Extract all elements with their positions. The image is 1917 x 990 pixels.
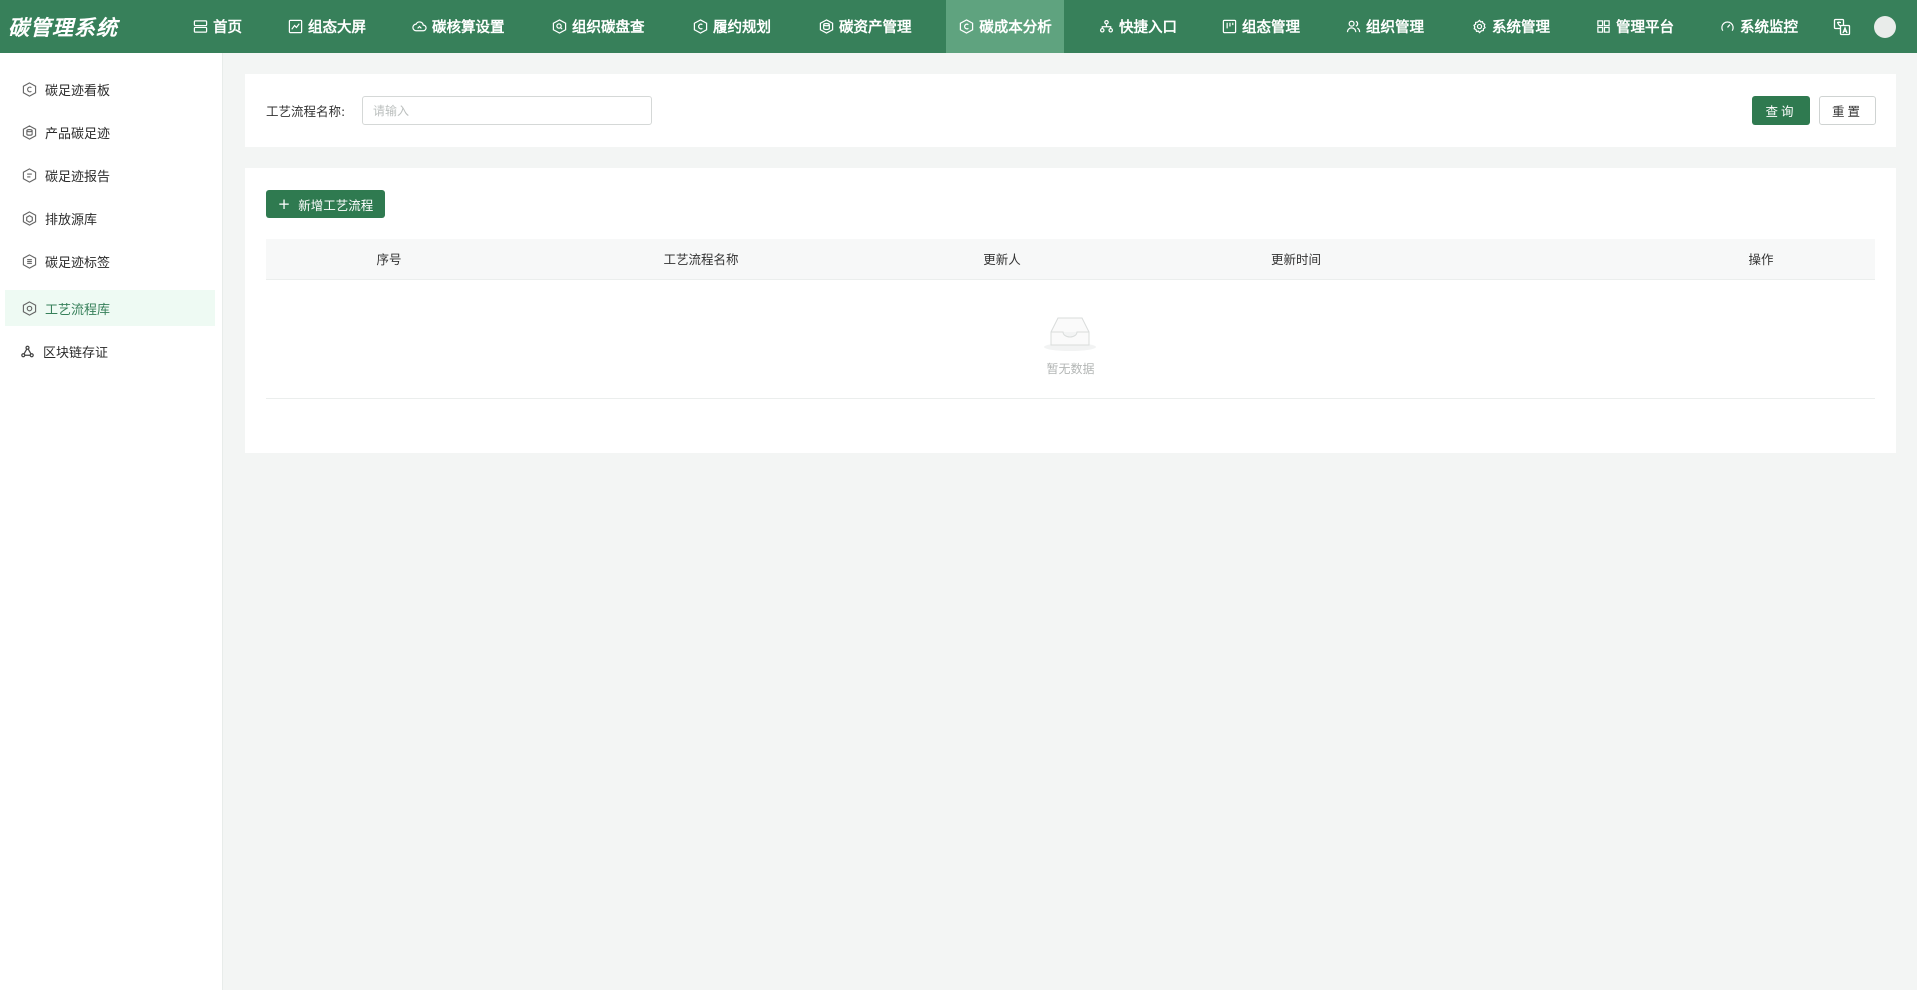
sidebar-item-label: 排放源库 bbox=[45, 212, 98, 228]
table-header: 序号 工艺流程名称 更新人 更新时间 操作 bbox=[266, 239, 1875, 280]
search-panel: 工艺流程名称: 查询 重置 bbox=[245, 74, 1896, 147]
nav-item-label: 管理平台 bbox=[1616, 20, 1674, 36]
sidebar-item-label: 碳足迹看板 bbox=[45, 83, 111, 99]
product-hex-icon bbox=[21, 124, 37, 140]
column-header-updated-time: 更新时间 bbox=[1270, 252, 1321, 267]
process-hex-icon bbox=[21, 300, 37, 316]
sidebar-item-product-carbon-footprint[interactable]: 产品碳足迹 bbox=[5, 114, 215, 150]
nav-item-label: 组态管理 bbox=[1242, 20, 1300, 36]
nav-item-configuration-management[interactable]: 组态管理 bbox=[1221, 0, 1300, 53]
add-process-button-label: 新增工艺流程 bbox=[298, 197, 374, 213]
grid-icon bbox=[1595, 19, 1611, 35]
gauge-icon bbox=[1719, 19, 1735, 35]
cloud-icon bbox=[411, 19, 427, 35]
nav-item-label: 组织管理 bbox=[1366, 20, 1424, 36]
source-hex-icon bbox=[21, 210, 37, 226]
nav-item-carbon-accounting-settings[interactable]: 碳核算设置 bbox=[411, 0, 505, 53]
sidebar-item-blockchain-evidence[interactable]: 区块链存证 bbox=[5, 333, 215, 369]
query-button[interactable]: 查询 bbox=[1752, 96, 1810, 125]
search-hex-icon bbox=[551, 19, 567, 35]
nav-item-carbon-asset-management[interactable]: 碳资产管理 bbox=[818, 0, 912, 53]
nav-item-quick-entry[interactable]: 快捷入口 bbox=[1098, 0, 1177, 53]
tag-hex-icon bbox=[21, 253, 37, 269]
nav-item-management-platform[interactable]: 管理平台 bbox=[1595, 0, 1674, 53]
nav-item-system-monitoring[interactable]: 系统监控 bbox=[1719, 0, 1798, 53]
network-icon bbox=[1098, 19, 1114, 35]
sidebar-item-carbon-footprint-report[interactable]: 碳足迹报告 bbox=[5, 157, 215, 193]
nav-item-label: 履约规划 bbox=[713, 20, 771, 36]
column-header-process-name: 工艺流程名称 bbox=[663, 252, 739, 267]
carbon-hex-icon bbox=[21, 81, 37, 97]
column-header-updated-by: 更新人 bbox=[983, 252, 1021, 267]
chart-line-icon bbox=[287, 19, 303, 35]
nav-item-label: 碳资产管理 bbox=[839, 20, 912, 36]
column-header-index: 序号 bbox=[376, 252, 402, 267]
sidebar-item-label: 碳足迹报告 bbox=[45, 169, 111, 185]
database-hex-icon bbox=[818, 19, 834, 35]
empty-inbox-icon bbox=[1041, 312, 1099, 352]
sidebar-item-label: 工艺流程库 bbox=[45, 302, 111, 318]
process-name-input[interactable] bbox=[362, 96, 652, 125]
gear-icon bbox=[1471, 19, 1487, 35]
sidebar-item-carbon-footprint-label[interactable]: 碳足迹标签 bbox=[5, 243, 215, 279]
sidebar-item-label: 碳足迹标签 bbox=[45, 255, 111, 271]
layout-icon bbox=[1221, 19, 1237, 35]
nav-item-organization-management[interactable]: 组织管理 bbox=[1345, 0, 1424, 53]
app-logo: 碳管理系统 bbox=[8, 16, 118, 40]
process-table-panel: + 新增工艺流程 序号 工艺流程名称 更新人 更新时间 操作 暂无数据 bbox=[245, 168, 1896, 453]
add-process-button[interactable]: + 新增工艺流程 bbox=[266, 190, 385, 218]
table-empty-state: 暂无数据 bbox=[266, 280, 1875, 399]
report-hex-icon bbox=[21, 167, 37, 183]
nav-item-carbon-cost-analysis[interactable]: 碳成本分析 bbox=[946, 0, 1064, 53]
sidebar-item-label: 区块链存证 bbox=[43, 345, 109, 361]
carbon-circle-icon bbox=[958, 19, 974, 35]
sidebar-item-emission-source-library[interactable]: 排放源库 bbox=[5, 200, 215, 236]
sidebar-item-carbon-footprint-dashboard[interactable]: 碳足迹看板 bbox=[5, 71, 215, 107]
nav-item-home[interactable]: 首页 bbox=[192, 0, 242, 53]
nav-item-compliance-planning[interactable]: 履约规划 bbox=[692, 0, 771, 53]
nav-item-label: 系统管理 bbox=[1492, 20, 1550, 36]
reset-button[interactable]: 重置 bbox=[1819, 96, 1876, 125]
user-avatar[interactable] bbox=[1874, 16, 1896, 38]
server-icon bbox=[192, 19, 208, 35]
nav-item-label: 系统监控 bbox=[1740, 20, 1798, 36]
top-navigation-bar: 碳管理系统 首页 组态大屏 碳核算设置 组织碳盘查 履约规划 碳资产管理 碳成本… bbox=[0, 0, 1917, 53]
nav-item-label: 快捷入口 bbox=[1119, 20, 1177, 36]
nav-item-label: 碳成本分析 bbox=[979, 20, 1052, 36]
nav-item-org-carbon-inventory[interactable]: 组织碳盘查 bbox=[551, 0, 645, 53]
users-icon bbox=[1345, 19, 1361, 35]
sidebar: 碳足迹看板 产品碳足迹 碳足迹报告 排放源库 碳足迹标签 工艺流程库 区块链存证 bbox=[0, 53, 223, 990]
process-name-label: 工艺流程名称: bbox=[266, 104, 346, 119]
sidebar-item-label: 产品碳足迹 bbox=[45, 126, 111, 142]
nav-item-label: 首页 bbox=[213, 20, 242, 36]
translate-icon[interactable] bbox=[1833, 18, 1851, 36]
blockchain-icon bbox=[19, 343, 35, 359]
column-header-actions: 操作 bbox=[1748, 252, 1774, 267]
nav-item-label: 碳核算设置 bbox=[432, 20, 505, 36]
sidebar-item-process-flow-library[interactable]: 工艺流程库 bbox=[5, 290, 215, 326]
nav-item-dashboard-screen[interactable]: 组态大屏 bbox=[287, 0, 366, 53]
plus-icon: + bbox=[277, 194, 291, 213]
nav-item-label: 组织碳盘查 bbox=[572, 20, 645, 36]
carbon-hex-icon bbox=[692, 19, 708, 35]
empty-state-text: 暂无数据 bbox=[1046, 362, 1095, 376]
nav-item-label: 组态大屏 bbox=[308, 20, 366, 36]
nav-item-system-management[interactable]: 系统管理 bbox=[1471, 0, 1550, 53]
